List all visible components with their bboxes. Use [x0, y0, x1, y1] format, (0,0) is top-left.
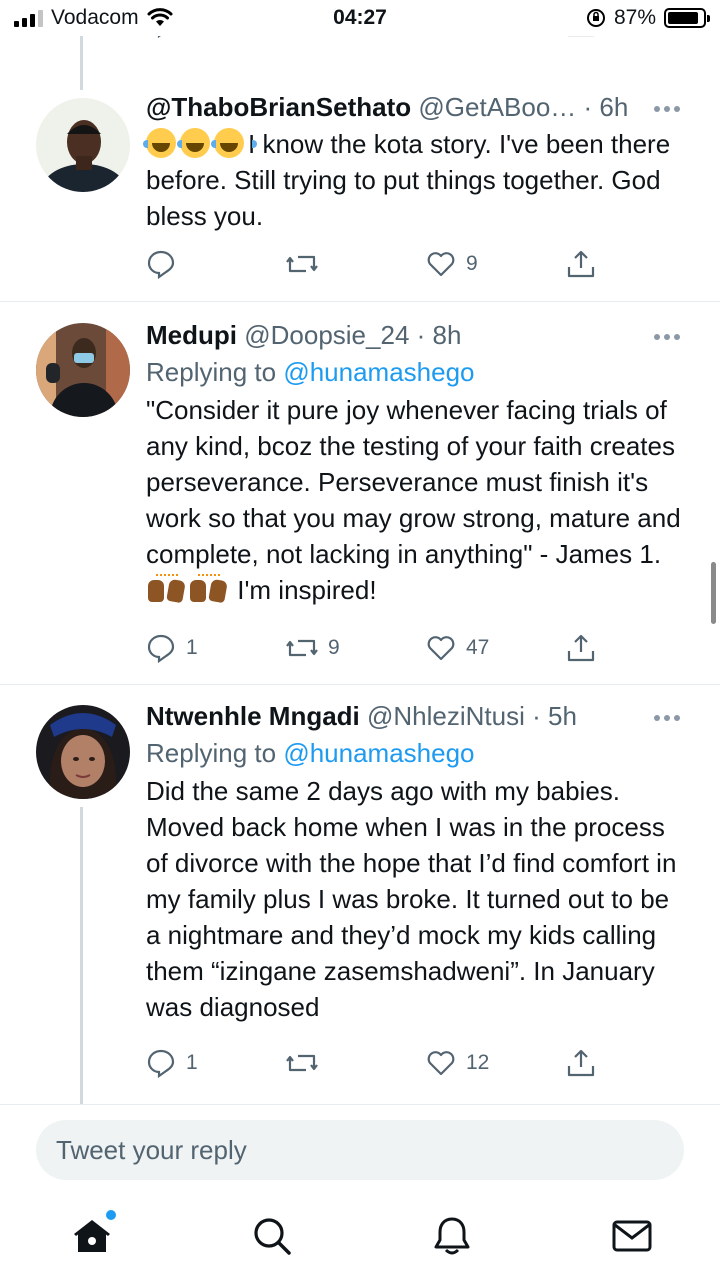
tweet-body: "Consider it pure joy whenever facing tr…: [146, 395, 681, 569]
home-icon: [74, 1220, 110, 1252]
avatar[interactable]: [36, 98, 130, 192]
replying-to: Replying to @hunamashego: [146, 354, 684, 390]
tweet-actions: 1 9 47: [146, 630, 606, 666]
display-name[interactable]: Ntwenhle Mngadi: [146, 701, 360, 731]
like-icon: [427, 252, 455, 277]
reply-composer[interactable]: [36, 1120, 684, 1180]
reply-icon: [147, 1049, 175, 1078]
reply-button[interactable]: 1: [146, 1045, 198, 1081]
like-icon: [427, 636, 455, 661]
tweet[interactable]: Medupi @Doopsie_24 · 8h Replying to @hun…: [0, 302, 720, 684]
tweet-actions: 1 12: [146, 1045, 606, 1081]
status-bar: Vodacom 04:27 87%: [0, 0, 720, 36]
share-icon: [567, 250, 595, 278]
share-button[interactable]: [566, 1045, 596, 1081]
bottom-nav: [0, 1200, 720, 1280]
like-button[interactable]: 9: [426, 246, 478, 282]
share-button[interactable]: [566, 246, 596, 282]
battery-icon: [664, 8, 710, 28]
raising-hands-emoji-icon: [190, 574, 228, 604]
share-icon: [567, 634, 595, 662]
tears-of-joy-emoji-icon: [177, 128, 223, 158]
reply-count: 1: [186, 636, 198, 659]
battery-percent: 87%: [613, 6, 656, 29]
retweet-button[interactable]: 9: [286, 630, 340, 666]
retweet-icon: [286, 1054, 318, 1072]
orientation-lock-icon: [586, 9, 605, 27]
like-icon: [427, 1051, 455, 1076]
more-options-icon[interactable]: [654, 713, 684, 723]
mention-link[interactable]: @hunamashego: [283, 357, 474, 387]
retweet-icon: [286, 255, 318, 273]
handle[interactable]: @GetABoo…: [418, 92, 576, 122]
display-name[interactable]: @ThaboBrianSethato: [146, 92, 411, 122]
tweet-actions: 9: [146, 246, 606, 282]
bell-icon: [434, 1217, 470, 1255]
thread-line: [80, 807, 83, 1105]
like-count: 47: [466, 636, 490, 659]
tears-of-joy-emoji-icon: [211, 128, 257, 158]
avatar[interactable]: [36, 323, 130, 417]
nav-notifications[interactable]: [430, 1214, 474, 1258]
retweet-button[interactable]: [286, 246, 328, 282]
retweet-icon: [286, 639, 318, 657]
reply-input[interactable]: [56, 1120, 656, 1180]
raising-hands-emoji-icon: [148, 574, 186, 604]
thread-line: [80, 50, 83, 90]
search-icon: [254, 1218, 291, 1255]
reply-button[interactable]: [146, 246, 186, 282]
tweet-header: Ntwenhle Mngadi @NhleziNtusi · 5h: [146, 699, 684, 733]
display-name[interactable]: Medupi: [146, 320, 237, 350]
like-count: 9: [466, 252, 478, 275]
more-options-icon[interactable]: [654, 104, 684, 114]
share-button[interactable]: [566, 630, 596, 666]
reply-count: 1: [186, 1051, 198, 1074]
replying-to: Replying to @hunamashego: [146, 735, 684, 771]
tweet-header: Medupi @Doopsie_24 · 8h: [146, 318, 684, 352]
retweet-count: 9: [328, 636, 340, 659]
tweet-time: · 5h: [532, 701, 577, 731]
mention-link[interactable]: @hunamashego: [283, 738, 474, 768]
nav-home[interactable]: [70, 1210, 116, 1258]
tweet-text: I know the kota story. I've been there b…: [143, 126, 684, 234]
like-button[interactable]: 12: [426, 1045, 489, 1081]
tweet[interactable]: Ntwenhle Mngadi @NhleziNtusi · 5h Replyi…: [0, 685, 720, 1105]
like-count: 12: [466, 1051, 490, 1074]
mail-icon: [612, 1220, 652, 1252]
retweet-button[interactable]: [286, 1045, 328, 1081]
replying-label: Replying to: [146, 357, 277, 387]
reply-button[interactable]: 1: [146, 630, 198, 666]
handle[interactable]: @NhleziNtusi: [367, 701, 525, 731]
tweet[interactable]: @ThaboBrianSethato @GetABoo… · 6h I know…: [0, 90, 720, 302]
handle[interactable]: @Doopsie_24: [244, 320, 409, 350]
share-icon: [567, 1049, 595, 1077]
notification-dot: [106, 1210, 116, 1220]
more-options-icon[interactable]: [654, 332, 684, 342]
avatar[interactable]: [36, 705, 130, 799]
replying-label: Replying to: [146, 738, 277, 768]
tweet-body: Did the same 2 days ago with my babies. …: [146, 776, 677, 1022]
nav-messages[interactable]: [610, 1214, 654, 1258]
tweet-time: · 8h: [416, 320, 462, 350]
tears-of-joy-emoji-icon: [143, 128, 189, 158]
tweet-text: "Consider it pure joy whenever facing tr…: [146, 392, 684, 608]
reply-icon: [147, 250, 175, 279]
nav-search[interactable]: [250, 1214, 294, 1258]
reply-icon: [147, 634, 175, 663]
tweet-body-end: I'm inspired!: [237, 575, 377, 605]
divider: [0, 1104, 720, 1105]
like-button[interactable]: 47: [426, 630, 489, 666]
scrollbar[interactable]: [711, 562, 716, 624]
tweet-time: · 6h: [583, 92, 629, 122]
tweet-header: @ThaboBrianSethato @GetABoo… · 6h: [146, 90, 684, 124]
